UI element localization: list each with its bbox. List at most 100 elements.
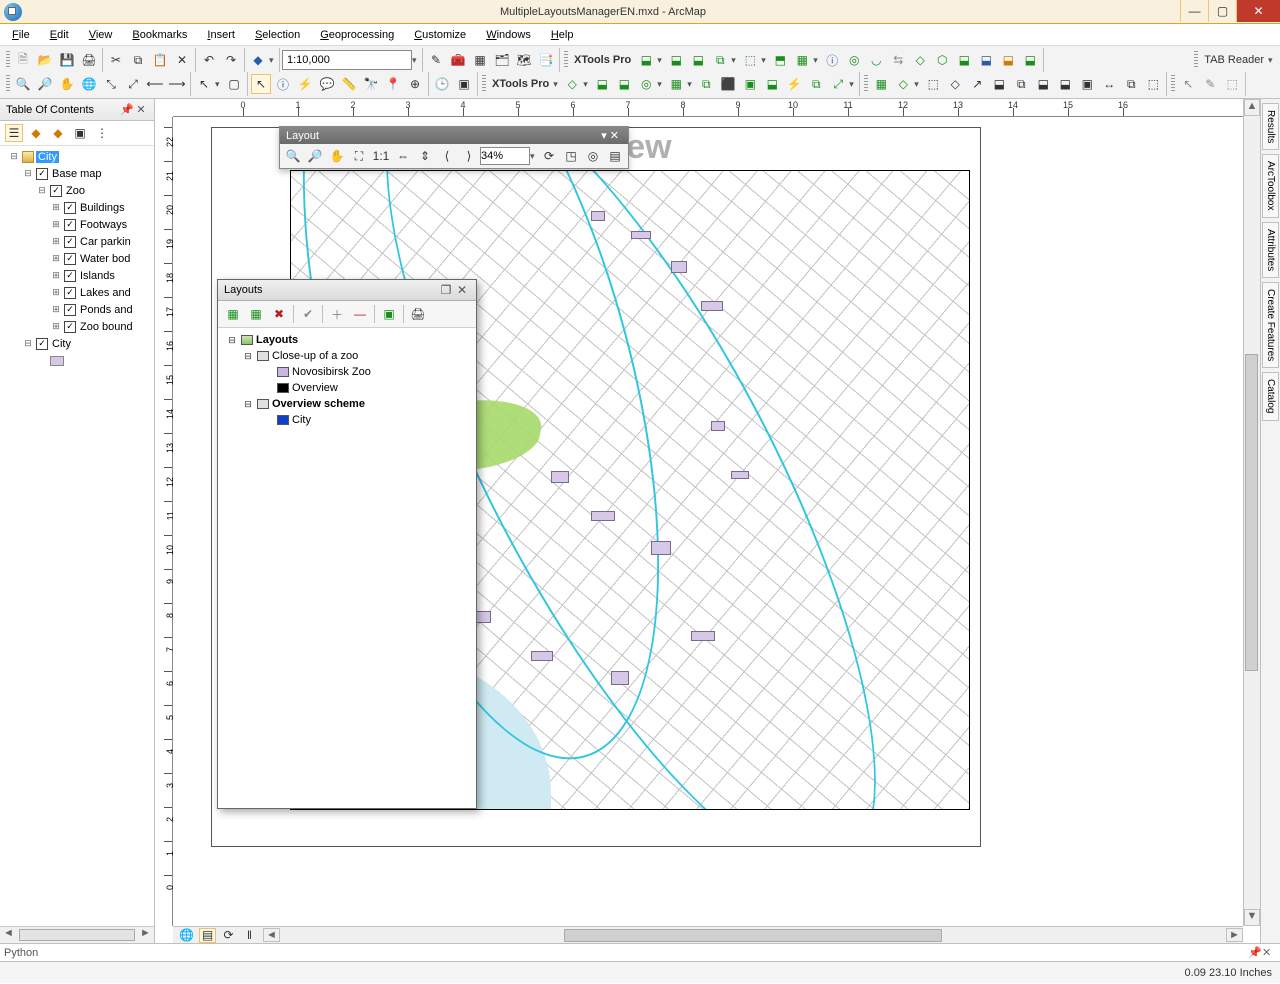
measure-button[interactable]: 📏 xyxy=(339,74,359,94)
toc-layer[interactable]: Lakes and xyxy=(78,287,133,299)
menu-help[interactable]: Help xyxy=(543,27,582,43)
toolbox-button[interactable]: 🧰 xyxy=(448,50,468,70)
xt3-btn-1[interactable]: ▦ xyxy=(871,74,891,94)
viewer-window-button[interactable]: ▣ xyxy=(454,74,474,94)
xtools2-btn-10[interactable]: ⚡ xyxy=(784,74,804,94)
print-button[interactable]: 🖨 xyxy=(79,50,99,70)
fit-width-button[interactable]: ⇔ xyxy=(393,146,413,166)
fixed-zoomout-button[interactable]: ⤢ xyxy=(123,74,143,94)
maximize-button[interactable]: ▢ xyxy=(1208,0,1236,22)
layouts-delete-button[interactable]: ✖ xyxy=(269,304,289,324)
xt3-btn-9[interactable]: ⬓ xyxy=(1055,74,1075,94)
layouts-print-button[interactable]: 🖨 xyxy=(408,304,428,324)
refresh-button[interactable]: ⟳ xyxy=(539,146,559,166)
layouts-apply-button[interactable]: ✔ xyxy=(298,304,318,324)
layout-toolbar-close-icon[interactable]: ✕ xyxy=(607,129,622,142)
xtools-btn-3[interactable]: ⬓ xyxy=(688,50,708,70)
xtools2-btn-6[interactable]: ⧉ xyxy=(696,74,716,94)
checkbox[interactable] xyxy=(64,253,76,265)
select-elements-button[interactable]: ↖ xyxy=(251,74,271,94)
cut-button[interactable]: ✂ xyxy=(106,50,126,70)
add-data-button[interactable]: ◆ xyxy=(248,50,268,70)
identify-button[interactable]: ⓘ xyxy=(273,74,293,94)
layouts-plus-button[interactable]: ＋ xyxy=(327,304,347,324)
checkbox[interactable] xyxy=(64,304,76,316)
checkbox[interactable] xyxy=(64,270,76,282)
fixed-zoomin-button[interactable]: ⤡ xyxy=(101,74,121,94)
xtools2-btn-9[interactable]: ⬓ xyxy=(762,74,782,94)
layouts-panel-restore-icon[interactable]: ❐ xyxy=(438,283,454,297)
actual-size-button[interactable]: 1:1 xyxy=(371,146,391,166)
xtools2-btn-12[interactable]: ⤢ xyxy=(828,74,848,94)
checkbox[interactable] xyxy=(64,202,76,214)
prev-extent-button[interactable]: ⟵ xyxy=(145,74,165,94)
full-extent-button[interactable]: 🌐 xyxy=(79,74,99,94)
menu-geoprocessing[interactable]: Geoprocessing xyxy=(312,27,402,43)
close-button[interactable]: ✕ xyxy=(1236,0,1280,22)
checkbox[interactable] xyxy=(64,287,76,299)
layout-item[interactable]: City xyxy=(292,414,311,426)
layouts-export-button[interactable]: ▣ xyxy=(379,304,399,324)
menu-bookmarks[interactable]: Bookmarks xyxy=(124,27,195,43)
xtools-btn-14[interactable]: ⬓ xyxy=(976,50,996,70)
xtools2-btn-11[interactable]: ⧉ xyxy=(806,74,826,94)
delete-button[interactable]: ✕ xyxy=(172,50,192,70)
layouts-add-button[interactable]: ▦ xyxy=(223,304,243,324)
canvas-vscrollbar[interactable]: ▲▼ xyxy=(1243,99,1260,926)
layouts-panel-close-icon[interactable]: ✕ xyxy=(454,283,470,297)
editor-toolbar-button[interactable]: ✎ xyxy=(426,50,446,70)
toc-layer[interactable]: Car parkin xyxy=(78,236,133,248)
menu-edit[interactable]: Edit xyxy=(42,27,77,43)
next-extent-button[interactable]: ⟶ xyxy=(167,74,187,94)
copy-button[interactable]: ⧉ xyxy=(128,50,148,70)
xtools-btn-11[interactable]: ◇ xyxy=(910,50,930,70)
xtools-btn-15[interactable]: ⬓ xyxy=(998,50,1018,70)
xtools2-btn-2[interactable]: ⬓ xyxy=(592,74,612,94)
zoomin-page-button[interactable]: 🔍 xyxy=(283,146,303,166)
xtools-btn-16[interactable]: ⬓ xyxy=(1020,50,1040,70)
xtools2-btn-1[interactable]: ◇ xyxy=(562,74,582,94)
xt3-btn-6[interactable]: ⬓ xyxy=(989,74,1009,94)
pan-page-button[interactable]: ✋ xyxy=(327,146,347,166)
toggle-draft-button[interactable]: ◳ xyxy=(561,146,581,166)
layout-item[interactable]: Novosibirsk Zoo xyxy=(292,366,371,378)
pan-button[interactable]: ✋ xyxy=(57,74,77,94)
xt3-btn-3[interactable]: ⬚ xyxy=(923,74,943,94)
minimize-button[interactable]: — xyxy=(1180,0,1208,22)
canvas-hscrollbar[interactable]: 🌐 ▤ ⟳ ‖ ◄► xyxy=(173,926,1243,943)
xt3-btn-11[interactable]: ↔ xyxy=(1099,74,1119,94)
undo-button[interactable]: ↶ xyxy=(199,50,219,70)
save-button[interactable]: 💾 xyxy=(57,50,77,70)
toc-list-source-button[interactable]: ◆ xyxy=(27,124,45,142)
xtools2-btn-7[interactable]: ⬛ xyxy=(718,74,738,94)
xtools2-btn-5[interactable]: ▦ xyxy=(666,74,686,94)
xtools-btn-4[interactable]: ⧉ xyxy=(710,50,730,70)
toc-close-icon[interactable]: ✕ xyxy=(134,103,148,116)
toc-list-visibility-button[interactable]: ◆ xyxy=(49,124,67,142)
right-tab-results[interactable]: Results xyxy=(1262,103,1279,150)
toc-list-selection-button[interactable]: ▣ xyxy=(71,124,89,142)
checkbox[interactable] xyxy=(50,185,62,197)
xtools-info-button[interactable]: ⓘ xyxy=(822,50,842,70)
checkbox[interactable] xyxy=(64,236,76,248)
xt3-btn-5[interactable]: ↗ xyxy=(967,74,987,94)
draw-btn-2[interactable]: ✎ xyxy=(1200,74,1220,94)
toc-root[interactable]: City xyxy=(36,151,59,163)
layout-toolbar[interactable]: Layout▾✕ 🔍 🔎 ✋ ⛶ 1:1 ⇔ ⇕ ⟨ ⟩ ▾ ⟳ ◳ ◎ ▤ xyxy=(279,126,629,169)
xt3-btn-13[interactable]: ⬚ xyxy=(1143,74,1163,94)
python-close-icon[interactable]: ✕ xyxy=(1262,946,1276,959)
menu-insert[interactable]: Insert xyxy=(199,27,243,43)
xtools-btn-5[interactable]: ⬚ xyxy=(740,50,760,70)
toc-zoo[interactable]: Zoo xyxy=(64,185,87,197)
xt3-btn-4[interactable]: ◇ xyxy=(945,74,965,94)
new-doc-button[interactable]: 🗎 xyxy=(13,50,33,70)
checkbox[interactable] xyxy=(64,219,76,231)
layout-item[interactable]: Layouts xyxy=(256,334,298,346)
xtools2-btn-4[interactable]: ◎ xyxy=(636,74,656,94)
html-popup-button[interactable]: 💬 xyxy=(317,74,337,94)
toc-pin-icon[interactable]: 📌 xyxy=(120,103,134,116)
menu-windows[interactable]: Windows xyxy=(478,27,539,43)
clear-selection-button[interactable]: ▢ xyxy=(224,74,244,94)
zoom-percent-combo[interactable] xyxy=(480,147,530,165)
goto-xy-button[interactable]: ⊕ xyxy=(405,74,425,94)
